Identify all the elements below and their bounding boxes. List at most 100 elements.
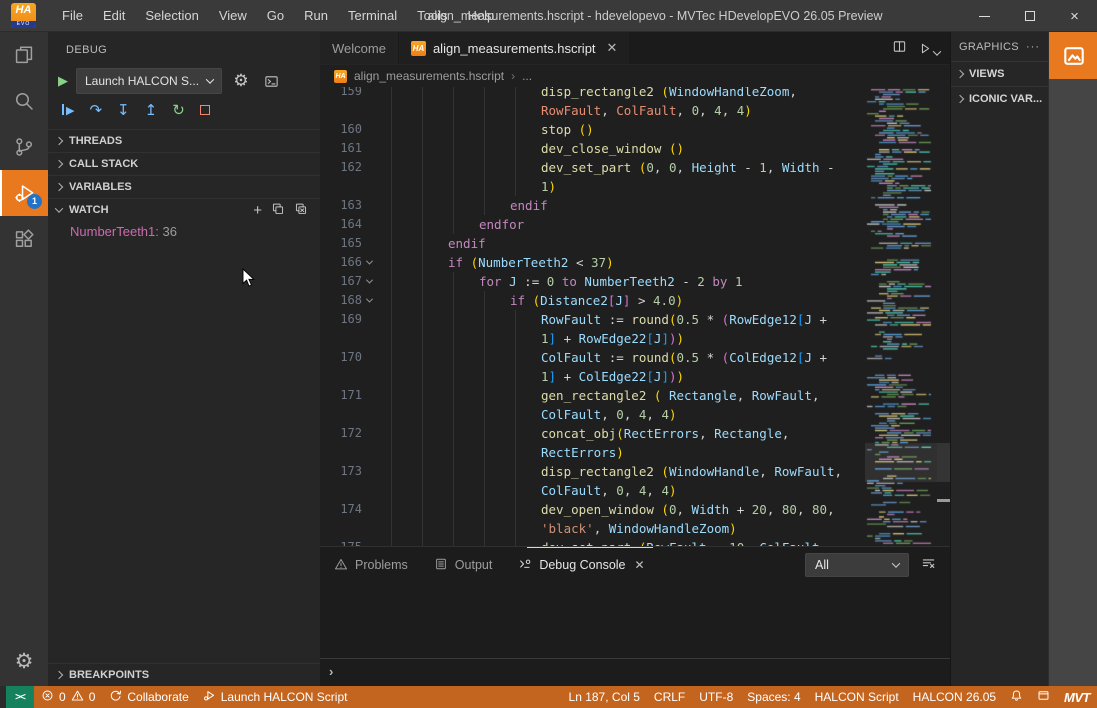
menu-run[interactable]: Run [294, 3, 338, 28]
menu-view[interactable]: View [209, 3, 257, 28]
restart-icon[interactable]: ↻ [172, 103, 185, 119]
breadcrumb-more[interactable]: ... [522, 69, 532, 83]
encoding[interactable]: UTF-8 [692, 686, 740, 708]
clear-console-icon[interactable] [921, 556, 936, 574]
vertical-scrollbar[interactable] [937, 87, 950, 546]
menu-selection[interactable]: Selection [135, 3, 208, 28]
collaborate-status[interactable]: Collaborate [102, 686, 195, 708]
editor-tab-welcome[interactable]: Welcome [320, 32, 399, 64]
indentation[interactable]: Spaces: 4 [740, 686, 807, 708]
menu-file[interactable]: File [52, 3, 93, 28]
panel-tab-debug-console[interactable]: Debug Console✕ [518, 557, 644, 574]
activitybar-source-control-icon[interactable] [0, 124, 48, 170]
menu-edit[interactable]: Edit [93, 3, 135, 28]
code-line-173-wrap[interactable]: ColFault, 0, 4, 4) [320, 481, 865, 500]
breadcrumb-file[interactable]: align_measurements.hscript [354, 69, 504, 83]
minimize-button[interactable] [962, 0, 1007, 32]
menu-go[interactable]: Go [257, 3, 294, 28]
code-line-161[interactable]: 161dev_close_window () [320, 139, 865, 158]
code-line-172-wrap[interactable]: RectErrors) [320, 443, 865, 462]
breakpoints-section-header[interactable]: BREAKPOINTS [48, 663, 320, 686]
graphics-view-icon[interactable] [1049, 32, 1097, 79]
code-editor[interactable]: 159disp_rectangle2 (WindowHandleZoom,Row… [320, 87, 950, 546]
halcon-version[interactable]: HALCON 26.05 [906, 686, 1003, 708]
code-line-168[interactable]: 168if (Distance2[J] > 4.0) [320, 291, 865, 310]
code-line-173[interactable]: 173disp_rectangle2 (WindowHandle, RowFau… [320, 462, 865, 481]
close-tab-icon[interactable]: ✕ [607, 40, 618, 56]
maximize-button[interactable] [1007, 0, 1052, 32]
remote-indicator[interactable]: >< [6, 686, 34, 708]
watch-expression[interactable]: NumberTeeth1: 36 [48, 221, 320, 242]
section-call-stack[interactable]: CALL STACK [48, 152, 320, 175]
menu-terminal[interactable]: Terminal [338, 3, 407, 28]
graphics-section-views[interactable]: VIEWS [951, 61, 1048, 86]
code-line-165[interactable]: 165endif [320, 234, 865, 253]
code-line-162[interactable]: 162dev_set_part (0, 0, Height - 1, Width… [320, 158, 865, 177]
code-line-166[interactable]: 166if (NumberTeeth2 < 37) [320, 253, 865, 272]
fold-chevron-icon[interactable] [362, 272, 376, 291]
settings-gear-icon[interactable]: ⚙ [0, 638, 48, 684]
step-over-icon[interactable]: ↷ [89, 103, 102, 119]
graphics-section-iconic-var-[interactable]: ICONIC VAR... [951, 86, 1048, 111]
eol-sequence[interactable]: CRLF [647, 686, 692, 708]
breadcrumb[interactable]: HA align_measurements.hscript › ... [320, 65, 950, 87]
more-actions-icon[interactable]: ··· [1026, 41, 1040, 53]
step-into-icon[interactable]: ↧ [117, 103, 130, 119]
code-line-175[interactable]: 175dev_set_part (RowFault - 10, ColFault… [320, 538, 865, 546]
panel-tab-output[interactable]: Output [434, 557, 493, 574]
problems-status[interactable]: 0 0 [34, 686, 102, 708]
code-line-171[interactable]: 171gen_rectangle2 ( Rectangle, RowFault, [320, 386, 865, 405]
remove-all-expressions-icon[interactable] [294, 202, 308, 219]
copy-value-icon[interactable] [271, 202, 285, 219]
launch-configuration-dropdown[interactable]: Launch HALCON S... [76, 68, 222, 94]
code-line-163[interactable]: 163endif [320, 196, 865, 215]
fold-chevron-icon[interactable] [362, 253, 376, 272]
code-line-170-wrap[interactable]: 1] + ColEdge22[J])) [320, 367, 865, 386]
debug-console-input[interactable]: › [320, 658, 950, 683]
console-filter-dropdown[interactable]: All [805, 553, 909, 577]
activitybar-extensions-icon[interactable] [0, 216, 48, 262]
minimap[interactable] [865, 87, 937, 546]
debug-start-icon[interactable]: ▶ [58, 73, 68, 89]
stop-icon[interactable] [200, 103, 210, 118]
layout-toggle[interactable] [1030, 686, 1057, 708]
code-line-172[interactable]: 172concat_obj(RectErrors, Rectangle, [320, 424, 865, 443]
close-panel-icon[interactable]: ✕ [635, 558, 645, 572]
code-line-164[interactable]: 164endfor [320, 215, 865, 234]
mvtec-logo[interactable]: MVT [1057, 686, 1097, 708]
panel-tab-problems[interactable]: Problems [334, 557, 408, 574]
activitybar-search-icon[interactable] [0, 78, 48, 124]
debug-console-icon[interactable] [260, 70, 282, 92]
step-out-icon[interactable]: ↥ [145, 103, 158, 119]
code-line-174-wrap[interactable]: 'black', WindowHandleZoom) [320, 519, 865, 538]
editor-tab-align-measurements-hscript[interactable]: HAalign_measurements.hscript✕ [399, 32, 630, 64]
add-expression-icon[interactable]: + [253, 202, 262, 219]
app-logo-icon[interactable]: HA EVO [11, 3, 36, 28]
fold-chevron-icon[interactable] [362, 291, 376, 310]
code-line-167[interactable]: 167for J := 0 to NumberTeeth2 - 2 by 1 [320, 272, 865, 291]
activitybar-explorer-icon[interactable] [0, 32, 48, 78]
section-threads[interactable]: THREADS [48, 129, 320, 152]
launch-script-status[interactable]: Launch HALCON Script [196, 686, 355, 708]
section-variables[interactable]: VARIABLES [48, 175, 320, 198]
continue-icon[interactable]: ▶ [62, 102, 74, 119]
scrollbar-slider[interactable] [937, 443, 950, 482]
cursor-position[interactable]: Ln 187, Col 5 [562, 686, 647, 708]
code-line-174[interactable]: 174dev_open_window (0, Width + 20, 80, 8… [320, 500, 865, 519]
notifications-bell[interactable] [1003, 686, 1030, 708]
code-line-170[interactable]: 170ColFault := round(0.5 * (ColEdge12[J … [320, 348, 865, 367]
watch-section-header[interactable]: WATCH + [48, 198, 320, 221]
language-mode[interactable]: HALCON Script [808, 686, 906, 708]
activitybar-run-debug-icon[interactable]: 1 [0, 170, 48, 216]
run-or-debug-icon[interactable] [917, 41, 940, 56]
code-line-169-wrap[interactable]: 1] + RowEdge22[J])) [320, 329, 865, 348]
code-line-160[interactable]: 160stop () [320, 120, 865, 139]
code-line-171-wrap[interactable]: ColFault, 0, 4, 4) [320, 405, 865, 424]
debug-settings-gear-icon[interactable]: ⚙ [230, 70, 252, 92]
split-editor-icon[interactable] [892, 39, 907, 57]
code-line-159[interactable]: 159disp_rectangle2 (WindowHandleZoom, [320, 87, 865, 101]
code-line-159-wrap[interactable]: RowFault, ColFault, 0, 4, 4) [320, 101, 865, 120]
close-button[interactable]: × [1052, 0, 1097, 32]
code-line-169[interactable]: 169RowFault := round(0.5 * (RowEdge12[J … [320, 310, 865, 329]
code-line-162-wrap[interactable]: 1) [320, 177, 865, 196]
